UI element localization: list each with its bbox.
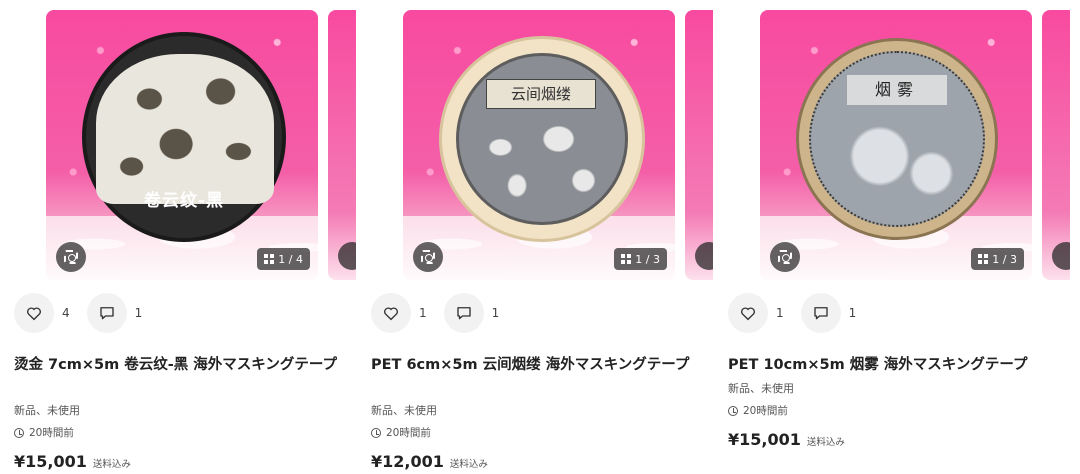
like-count: 4 [62, 306, 70, 320]
posted-time-text: 20時間前 [386, 427, 431, 439]
product-card[interactable]: 云间烟缕 1 / 3 1 1 PET 6cm×5m 云间烟缕 海外マスキングテー… [357, 0, 714, 474]
action-row: 4 1 [14, 293, 142, 333]
price: ¥12,001 [371, 452, 444, 471]
product-title[interactable]: PET 10cm×5m 烟雾 海外マスキングテープ [728, 354, 1068, 376]
image-search-icon[interactable] [56, 242, 86, 272]
image-counter-text: 1 / 4 [278, 252, 303, 266]
clock-icon [371, 427, 381, 438]
shipping-label: 送料込み [806, 437, 845, 448]
grid-icon [978, 254, 989, 264]
next-image-preview[interactable] [685, 10, 713, 280]
like-button[interactable] [371, 293, 411, 333]
tape-label-text: 云间烟缕 [486, 79, 596, 109]
image-counter-text: 1 / 3 [992, 252, 1017, 266]
next-image-preview[interactable] [1042, 10, 1070, 280]
tape-roll-image: 烟雾 [796, 38, 998, 240]
product-title[interactable]: 烫金 7cm×5m 卷云纹-黑 海外マスキングテープ [14, 354, 354, 376]
action-row: 1 1 [728, 293, 856, 333]
shipping-label: 送料込み [449, 459, 488, 470]
heart-icon [741, 307, 755, 321]
posted-time: 20時間前 [14, 425, 74, 440]
image-counter-text: 1 / 3 [635, 252, 660, 266]
image-carousel[interactable]: 烟雾 1 / 3 [760, 10, 1070, 280]
heart-icon [27, 307, 41, 321]
comment-button[interactable] [800, 293, 841, 333]
posted-time-text: 20時間前 [29, 427, 74, 439]
tape-label-text: 卷云纹-黑 [143, 191, 225, 211]
comment-button[interactable] [443, 293, 484, 333]
image-counter: 1 / 3 [971, 248, 1024, 270]
posted-time: 20時間前 [371, 425, 431, 440]
like-count: 1 [419, 306, 427, 320]
action-row: 1 1 [371, 293, 499, 333]
image-counter: 1 / 4 [257, 248, 310, 270]
clock-icon [14, 427, 24, 438]
item-condition: 新品、未使用 [371, 404, 437, 417]
tape-roll-image: 卷云纹-黑 [82, 32, 286, 242]
image-carousel[interactable]: 卷云纹-黑 1 / 4 [46, 10, 356, 280]
product-image[interactable]: 卷云纹-黑 1 / 4 [46, 10, 318, 280]
next-image-preview[interactable] [328, 10, 356, 280]
tape-label-text: 烟雾 [847, 75, 947, 105]
price: ¥15,001 [728, 430, 801, 449]
like-button[interactable] [14, 293, 54, 333]
comment-icon [813, 307, 828, 320]
image-search-icon[interactable] [770, 242, 800, 272]
price-row: ¥15,001 送料込み [14, 452, 131, 471]
product-image[interactable]: 烟雾 1 / 3 [760, 10, 1032, 280]
comment-icon [99, 307, 114, 320]
product-card[interactable]: 烟雾 1 / 3 1 1 PET 10cm×5m 烟雾 海外マスキングテープ 新… [714, 0, 1071, 474]
heart-icon [384, 307, 398, 321]
price-row: ¥15,001 送料込み [728, 430, 845, 449]
product-card[interactable]: 卷云纹-黑 1 / 4 4 1 烫金 7cm×5m 卷云纹-黑 海外マスキングテ… [0, 0, 357, 474]
like-button[interactable] [728, 293, 768, 333]
grid-icon [264, 254, 275, 264]
shipping-label: 送料込み [92, 459, 131, 470]
posted-time-text: 20時間前 [743, 405, 788, 417]
comment-icon [456, 307, 471, 320]
product-image[interactable]: 云间烟缕 1 / 3 [403, 10, 675, 280]
comment-count: 1 [134, 306, 143, 320]
product-title[interactable]: PET 6cm×5m 云间烟缕 海外マスキングテープ [371, 354, 711, 376]
like-count: 1 [776, 306, 784, 320]
image-search-icon[interactable] [413, 242, 443, 272]
posted-time: 20時間前 [728, 403, 788, 418]
comment-button[interactable] [86, 293, 127, 333]
item-condition: 新品、未使用 [14, 404, 80, 417]
price: ¥15,001 [14, 452, 87, 471]
item-condition: 新品、未使用 [728, 382, 794, 395]
image-counter: 1 / 3 [614, 248, 667, 270]
grid-icon [621, 254, 632, 264]
comment-count: 1 [848, 306, 857, 320]
price-row: ¥12,001 送料込み [371, 452, 488, 471]
clock-icon [728, 405, 738, 416]
comment-count: 1 [491, 306, 500, 320]
tape-roll-image: 云间烟缕 [439, 36, 645, 242]
image-carousel[interactable]: 云间烟缕 1 / 3 [403, 10, 713, 280]
